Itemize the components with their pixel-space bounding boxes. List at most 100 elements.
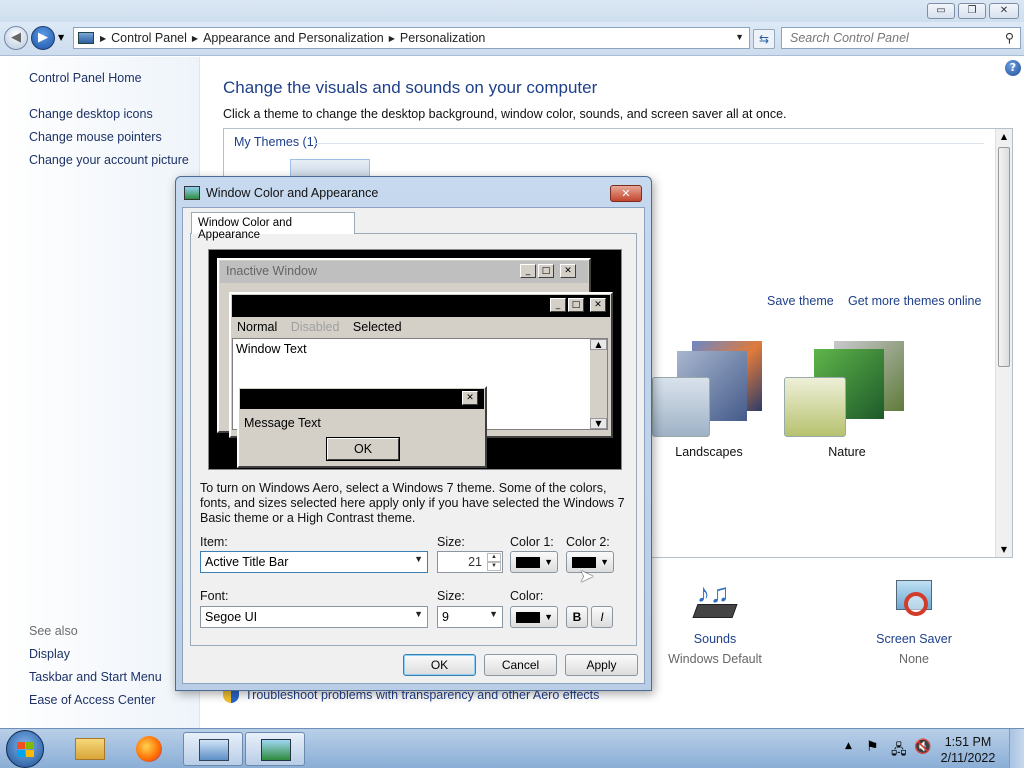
menu-disabled: Disabled xyxy=(290,320,340,334)
sounds-icon: ♪♫ xyxy=(691,578,739,624)
apply-button[interactable]: Apply xyxy=(565,654,638,676)
font-size-label: Size: xyxy=(437,589,465,603)
save-theme-link[interactable]: Save theme xyxy=(767,294,834,308)
cancel-button[interactable]: Cancel xyxy=(484,654,557,676)
theme-name-landscapes: Landscapes xyxy=(675,445,743,459)
link-change-mouse-pointers[interactable]: Change mouse pointers xyxy=(29,130,162,144)
color1-picker[interactable]: ▼ xyxy=(510,551,558,573)
color1-swatch xyxy=(516,557,540,568)
left-navigation-pane: Control Panel Home Change desktop icons … xyxy=(0,57,200,728)
system-clock[interactable]: 1:51 PM 2/11/2022 xyxy=(938,734,998,766)
item-select[interactable]: Active Title Bar ▼ xyxy=(200,551,428,573)
scroll-up-icon[interactable]: ▲ xyxy=(996,132,1012,141)
stepper-up-icon[interactable]: ▲ xyxy=(487,553,501,562)
screensaver-item[interactable]: Screen Saver None xyxy=(864,578,964,666)
dialog-close-button[interactable]: ✕ xyxy=(610,185,642,202)
message-titlebar: ✕ xyxy=(240,389,484,409)
maximize-button[interactable]: ❐ xyxy=(958,3,986,19)
network-icon[interactable]: 🖧 xyxy=(891,739,907,763)
dialog-app-icon xyxy=(184,186,200,200)
breadcrumb-appearance[interactable]: Appearance and Personalization xyxy=(198,31,389,45)
scroll-down-icon[interactable]: ▼ xyxy=(996,545,1012,554)
get-more-themes-link[interactable]: Get more themes online xyxy=(848,294,981,308)
volume-muted-icon[interactable]: 🔇 xyxy=(914,739,931,755)
tab-window-color[interactable]: Window Color and Appearance xyxy=(191,212,355,241)
address-dropdown-icon[interactable]: ▼ xyxy=(735,32,744,42)
help-icon[interactable]: ? xyxy=(1005,60,1021,76)
sounds-label[interactable]: Sounds xyxy=(665,632,765,646)
link-control-panel-home[interactable]: Control Panel Home xyxy=(29,71,142,85)
nature-theme-thumbnail[interactable] xyxy=(784,341,909,441)
dialog-tab-page: Inactive Window _ □ ✕ _ □ ✕ Normal Disab… xyxy=(190,233,637,646)
search-input[interactable]: Search Control Panel ⚲ xyxy=(781,27,1021,49)
sounds-item[interactable]: ♪♫ Sounds Windows Default xyxy=(665,578,765,666)
window-text: Window Text xyxy=(236,342,307,356)
back-button[interactable]: ◀ xyxy=(4,26,28,50)
item-size-label: Size: xyxy=(437,535,465,549)
breadcrumb-control-panel[interactable]: Control Panel xyxy=(106,31,192,45)
inactive-window-title: Inactive Window xyxy=(226,264,318,278)
screensaver-label[interactable]: Screen Saver xyxy=(864,632,964,646)
link-display[interactable]: Display xyxy=(29,647,70,661)
landscapes-theme-thumbnail[interactable] xyxy=(652,341,767,441)
item-label: Item: xyxy=(200,535,228,549)
font-size-select[interactable]: 9 ▼ xyxy=(437,606,503,628)
menu-normal: Normal xyxy=(237,320,278,334)
font-color-swatch xyxy=(516,612,540,623)
refresh-button[interactable]: ⇆ xyxy=(753,29,775,49)
divider xyxy=(314,143,984,144)
display-icon xyxy=(261,739,291,761)
start-button[interactable] xyxy=(6,730,44,768)
taskbar-firefox[interactable] xyxy=(120,732,180,766)
bold-toggle[interactable]: B xyxy=(566,606,588,628)
font-color-picker[interactable]: ▼ xyxy=(510,606,558,628)
chevron-down-icon: ▼ xyxy=(414,609,423,619)
link-taskbar-start-menu[interactable]: Taskbar and Start Menu xyxy=(29,670,162,684)
preview-close-icon: ✕ xyxy=(590,298,606,312)
themes-scrollbar[interactable]: ▲ ▼ xyxy=(995,129,1012,557)
firefox-icon xyxy=(136,736,162,762)
color2-label: Color 2: xyxy=(566,535,610,549)
preview-scrollbar: ▲ ▼ xyxy=(590,339,607,429)
appearance-preview[interactable]: Inactive Window _ □ ✕ _ □ ✕ Normal Disab… xyxy=(208,249,622,470)
aero-info-text: To turn on Windows Aero, select a Window… xyxy=(200,481,625,525)
link-change-desktop-icons[interactable]: Change desktop icons xyxy=(29,107,153,121)
clock-time: 1:51 PM xyxy=(944,735,992,749)
link-change-account-picture[interactable]: Change your account picture xyxy=(29,153,189,167)
screensaver-value: None xyxy=(899,652,929,666)
action-center-flag-icon[interactable]: ⚑ xyxy=(866,739,879,755)
folder-icon xyxy=(75,738,105,760)
scroll-thumb[interactable] xyxy=(998,147,1010,367)
breadcrumb-personalization[interactable]: Personalization xyxy=(395,31,490,45)
chevron-down-icon: ▼ xyxy=(489,609,498,619)
font-label: Font: xyxy=(200,589,229,603)
font-select[interactable]: Segoe UI ▼ xyxy=(200,606,428,628)
taskbar-control-panel[interactable] xyxy=(183,732,243,766)
font-color-label: Color: xyxy=(510,589,544,603)
taskbar: ▲ ⚑ 🖧 🔇 1:51 PM 2/11/2022 xyxy=(0,728,1024,768)
italic-toggle[interactable]: I xyxy=(591,606,613,628)
mouse-cursor-icon: ➤ xyxy=(579,566,595,587)
show-desktop-button[interactable] xyxy=(1009,729,1024,768)
taskbar-window-color[interactable] xyxy=(245,732,305,766)
show-hidden-icons[interactable]: ▲ xyxy=(845,741,852,751)
page-subtitle: Click a theme to change the desktop back… xyxy=(223,107,787,121)
page-title: Change the visuals and sounds on your co… xyxy=(223,78,598,97)
minimize-button[interactable]: ▭ xyxy=(927,3,955,19)
forward-button[interactable]: ▶ xyxy=(31,26,55,50)
navigation-bar: ◀ ▶ ▼ ▶ Control Panel ▶ Appearance and P… xyxy=(0,22,1024,56)
my-themes-heading: My Themes (1) xyxy=(234,135,318,149)
clock-date: 2/11/2022 xyxy=(940,751,996,765)
search-icon[interactable]: ⚲ xyxy=(1005,30,1014,45)
recent-pages-chevron-icon[interactable]: ▼ xyxy=(58,33,64,42)
screensaver-icon xyxy=(890,578,938,624)
dialog-body: Window Color and Appearance Inactive Win… xyxy=(182,207,645,684)
stepper-down-icon[interactable]: ▼ xyxy=(487,562,501,571)
ok-button[interactable]: OK xyxy=(403,654,476,676)
address-bar[interactable]: ▶ Control Panel ▶ Appearance and Persona… xyxy=(73,27,750,49)
item-size-stepper[interactable]: 21 ▲ ▼ xyxy=(437,551,503,573)
chevron-down-icon: ▼ xyxy=(544,612,553,622)
taskbar-explorer[interactable] xyxy=(60,732,120,766)
link-ease-of-access[interactable]: Ease of Access Center xyxy=(29,693,155,707)
close-button[interactable]: ✕ xyxy=(989,3,1019,19)
